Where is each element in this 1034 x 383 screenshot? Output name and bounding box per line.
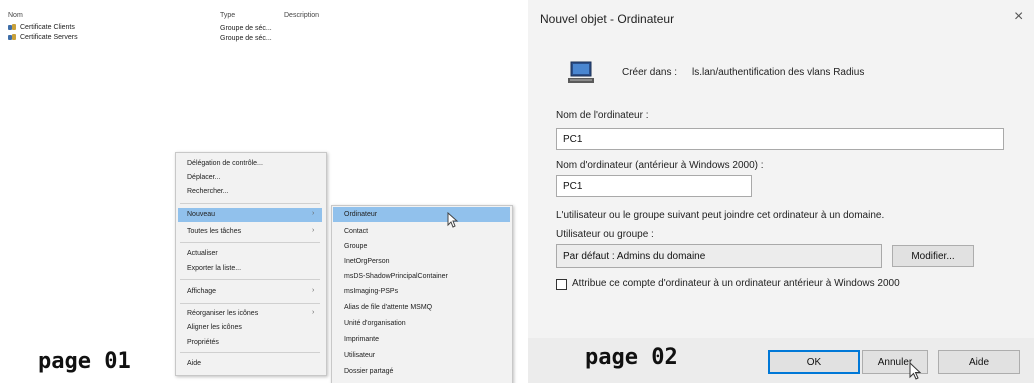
column-header-description[interactable]: Description	[284, 12, 319, 19]
submenu-item-dossier-partage[interactable]: Dossier partagé	[344, 368, 393, 375]
submenu-item-ou[interactable]: Unité d'organisation	[344, 320, 406, 327]
pre2000-name-value: PC1	[563, 180, 583, 192]
group-icon	[8, 24, 17, 31]
menu-item-rechercher[interactable]: Rechercher...	[187, 188, 229, 195]
cancel-button-label: Annuler	[877, 356, 913, 368]
menu-item-actualiser[interactable]: Actualiser	[187, 250, 218, 257]
column-header-name[interactable]: Nom	[8, 12, 23, 19]
join-domain-info: L'utilisateur ou le groupe suivant peut …	[556, 210, 885, 221]
submenu-item-ordinateur[interactable]: Ordinateur	[333, 207, 510, 222]
mouse-cursor-icon	[909, 362, 922, 380]
computer-name-label: Nom de l'ordinateur :	[556, 110, 649, 121]
menu-separator	[180, 203, 320, 204]
close-icon[interactable]: ×	[1014, 8, 1023, 26]
list-item[interactable]: Certificate Servers	[8, 34, 78, 41]
ok-button-label: OK	[806, 356, 822, 368]
menu-item-affichage[interactable]: Affichage	[187, 288, 216, 295]
page-label-02: page 02	[585, 345, 678, 370]
pre2000-name-label: Nom d'ordinateur (antérieur à Windows 20…	[556, 160, 764, 171]
submenu-nouveau: Ordinateur Contact Groupe InetOrgPerson …	[331, 205, 513, 383]
menu-separator	[180, 242, 320, 243]
help-button-label: Aide	[968, 356, 989, 368]
list-item-name: Certificate Clients	[20, 24, 75, 31]
mouse-cursor-icon	[447, 212, 459, 228]
pre2000-checkbox-label: Attribue ce compte d'ordinateur à un ord…	[572, 278, 900, 289]
computer-name-value: PC1	[563, 133, 583, 145]
list-item[interactable]: Certificate Clients	[8, 24, 75, 31]
modify-button[interactable]: Modifier...	[892, 245, 974, 267]
mmc-list-pane: Nom Type Description Certificate Clients…	[0, 0, 518, 383]
pre2000-name-input[interactable]: PC1	[556, 175, 752, 197]
column-header-type[interactable]: Type	[220, 12, 235, 19]
submenu-arrow-icon: ›	[312, 210, 315, 217]
menu-item-deplacer[interactable]: Déplacer...	[187, 174, 220, 181]
submenu-arrow-icon: ›	[312, 287, 315, 294]
menu-separator	[180, 279, 320, 280]
pre2000-checkbox[interactable]	[556, 279, 567, 290]
context-menu: Délégation de contrôle... Déplacer... Re…	[175, 152, 327, 376]
list-item-name: Certificate Servers	[20, 34, 78, 41]
submenu-arrow-icon: ›	[312, 227, 315, 234]
menu-item-toutes-les-taches[interactable]: Toutes les tâches	[187, 228, 241, 235]
modify-button-label: Modifier...	[911, 250, 955, 262]
submenu-item-msmq-alias[interactable]: Alias de file d'attente MSMQ	[344, 304, 432, 311]
user-group-value: Par défaut : Admins du domaine	[563, 250, 706, 262]
submenu-item-utilisateur[interactable]: Utilisateur	[344, 352, 375, 359]
menu-separator	[180, 352, 320, 353]
create-in-path: ls.lan/authentification des vlans Radius	[692, 67, 865, 78]
list-item-type: Groupe de séc...	[220, 25, 272, 32]
pane-divider	[518, 0, 528, 383]
new-computer-dialog: Nouvel objet - Ordinateur × Créer dans :…	[528, 0, 1034, 383]
user-group-field: Par défaut : Admins du domaine	[556, 244, 882, 268]
ok-button[interactable]: OK	[768, 350, 860, 374]
menu-item-aide[interactable]: Aide	[187, 360, 201, 367]
submenu-item-inetorgperson[interactable]: InetOrgPerson	[344, 258, 390, 265]
menu-item-aligner[interactable]: Aligner les icônes	[187, 324, 242, 331]
menu-item-reorganiser[interactable]: Réorganiser les icônes	[187, 310, 258, 317]
page-label-01: page 01	[38, 349, 131, 374]
submenu-arrow-icon: ›	[312, 309, 315, 316]
submenu-item-contact[interactable]: Contact	[344, 228, 368, 235]
submenu-item-imprimante[interactable]: Imprimante	[344, 336, 379, 343]
menu-item-proprietes[interactable]: Propriétés	[187, 339, 219, 346]
menu-separator	[180, 303, 320, 304]
menu-item-delegation[interactable]: Délégation de contrôle...	[187, 160, 263, 167]
group-icon	[8, 34, 17, 41]
computer-icon	[568, 61, 594, 83]
menu-item-label: Nouveau	[187, 211, 216, 218]
help-button[interactable]: Aide	[938, 350, 1020, 374]
menu-item-exporter[interactable]: Exporter la liste...	[187, 265, 241, 272]
submenu-item-groupe[interactable]: Groupe	[344, 243, 367, 250]
submenu-item-label: Ordinateur	[344, 211, 378, 218]
dialog-title: Nouvel objet - Ordinateur	[540, 12, 675, 26]
user-group-label: Utilisateur ou groupe :	[556, 229, 654, 240]
menu-item-nouveau[interactable]: Nouveau ›	[178, 208, 322, 222]
submenu-item-msimaging[interactable]: msImaging-PSPs	[344, 288, 398, 295]
submenu-item-msds-shadow[interactable]: msDS-ShadowPrincipalContainer	[344, 273, 448, 280]
list-item-type: Groupe de séc...	[220, 35, 272, 42]
create-in-label: Créer dans :	[622, 67, 678, 78]
computer-name-input[interactable]: PC1	[556, 128, 1004, 150]
